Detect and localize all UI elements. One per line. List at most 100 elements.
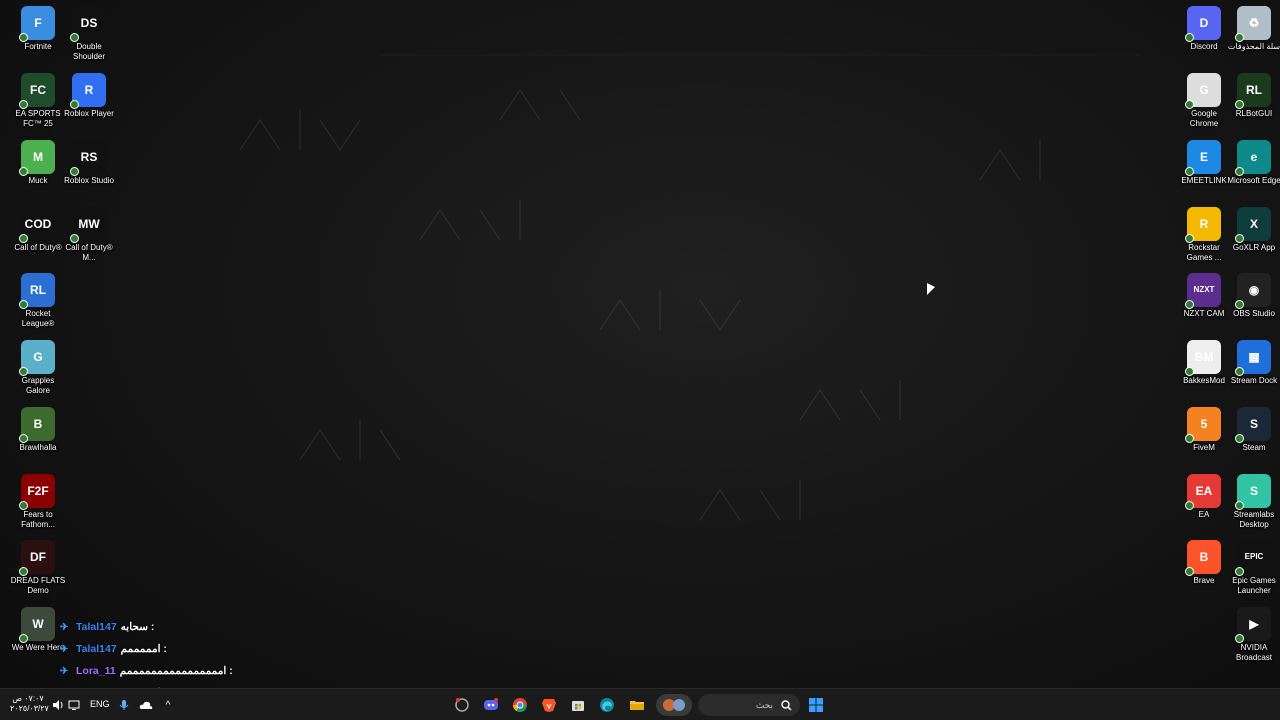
shortcut-label: GoXLR App [1232,243,1276,252]
desktop-shortcut-streamlabs-desktop[interactable]: S Streamlabs Desktop [1226,474,1280,530]
call-of-duty-icon: COD [19,207,55,243]
shortcut-label: We Were Here [11,643,65,652]
desktop-shortcut-dread-flats-demo[interactable]: DF DREAD FLATS Demo [10,540,66,596]
mouse-cursor [927,283,935,295]
item-icon: ♻ [1235,6,1271,42]
desktop-shortcut-ea-sports-fc-25[interactable]: FC EA SPORTS FC™ 25 [10,73,66,129]
sync-check-icon [1235,434,1244,443]
desktop-shortcut-google-chrome[interactable]: G Google Chrome [1176,73,1232,129]
shortcut-label: Call of Duty® M... [65,243,113,262]
desktop-shortcut-call-of-duty[interactable]: COD Call of Duty® [10,207,66,253]
search-highlight-image[interactable] [656,694,692,716]
desktop-shortcut-fears-to-fathom[interactable]: F2F Fears to Fathom... [10,474,66,530]
desktop-shortcut-ea[interactable]: EA EA [1176,474,1232,520]
shortcut-label: OBS Studio [1233,309,1275,318]
desktop-shortcut-brave[interactable]: B Brave [1176,540,1232,586]
rockstar-games-icon: R [1185,207,1221,243]
desktop-shortcut-item[interactable]: ♻ سلة المحذوفات [1226,6,1280,52]
network-icon[interactable] [66,694,82,716]
desktop-shortcut-rockstar-games[interactable]: R Rockstar Games ... [1176,207,1232,263]
shortcut-label: Google Chrome [1189,109,1219,128]
grapples-galore-icon: G [19,340,55,376]
clock-date: ٢٠٢٥/٠٣/٢٧ [10,704,49,713]
stream-dock-icon: ▦ [1235,340,1271,376]
desktop-shortcut-brawlhalla[interactable]: B Brawlhalla [10,407,66,453]
desktop-shortcut-discord[interactable]: D Discord [1176,6,1232,52]
roblox-player-icon: R [70,73,106,109]
sync-check-icon [1235,167,1244,176]
discord-icon[interactable] [480,694,502,716]
nzxt-cam-icon: NZXT [1185,273,1221,309]
we-were-here-icon: W [19,607,55,643]
chat-text: : اممممممممممممممممم [119,665,233,677]
desktop-shortcut-microsoft-edge[interactable]: e Microsoft Edge [1226,140,1280,186]
desktop-shortcut-roblox-studio[interactable]: RS Roblox Studio [61,140,117,186]
muck-icon: M [19,140,55,176]
bakkesmod-icon: BM [1185,340,1221,376]
chrome-icon[interactable] [509,694,531,716]
discord-icon: D [1185,6,1221,42]
desktop-shortcut-muck[interactable]: M Muck [10,140,66,186]
gamebar-icon[interactable] [451,694,473,716]
shortcut-label: Brave [1193,576,1215,585]
shortcut-label: Fortnite [24,42,52,51]
desktop-shortcut-obs-studio[interactable]: ◉ OBS Studio [1226,273,1280,319]
shortcut-label: BakkesMod [1183,376,1225,385]
sync-check-icon [70,167,79,176]
shortcut-label: Epic Games Launcher [1232,576,1276,595]
desktop-shortcut-double-shoulder[interactable]: DS Double Shoulder [61,6,117,62]
start-button[interactable] [805,694,827,716]
desktop-shortcut-nvidia-broadcast[interactable]: ▶ NVIDIA Broadcast [1226,607,1280,663]
desktop-shortcut-epic-games-launcher[interactable]: EPIC Epic Games Launcher [1226,540,1280,596]
sync-check-icon [1185,501,1194,510]
taskbar-search[interactable]: بحث [698,694,800,716]
sync-check-icon [19,234,28,243]
shortcut-label: Rockstar Games ... [1186,243,1222,262]
desktop-shortcut-goxlr-app[interactable]: X GoXLR App [1226,207,1280,253]
taskbar: ٠٧:٠٧ ص ٢٠٢٥/٠٣/٢٧ ENG ^ بحث [0,688,1280,720]
desktop-shortcut-nzxt-cam[interactable]: NZXT NZXT CAM [1176,273,1232,319]
edge-icon[interactable] [596,694,618,716]
goxlr-app-icon: X [1235,207,1271,243]
store-icon[interactable] [567,694,589,716]
language-indicator[interactable]: ENG [90,699,110,709]
desktop-shortcut-bakkesmod[interactable]: BM BakkesMod [1176,340,1232,386]
desktop-shortcut-we-were-here[interactable]: W We Were Here [10,607,66,653]
chat-username: Lora_11 [76,665,116,677]
taskbar-clock[interactable]: ٠٧:٠٧ ص ٢٠٢٥/٠٣/٢٧ [10,694,49,714]
sync-check-icon [19,567,28,576]
desktop-shortcut-fivem[interactable]: 5 FiveM [1176,407,1232,453]
chat-username: Talal147 [76,643,117,655]
desktop-shortcut-rocket-league[interactable]: RL Rocket League® [10,273,66,329]
onedrive-icon[interactable] [137,694,155,716]
ea-icon: EA [1185,474,1221,510]
sync-check-icon [1235,33,1244,42]
desktop-shortcut-stream-dock[interactable]: ▦ Stream Dock [1226,340,1280,386]
shortcut-label: Brawlhalla [19,443,57,452]
shortcut-label: EA SPORTS FC™ 25 [15,109,61,128]
desktop-shortcut-rlbotgui[interactable]: RL RLBotGUI [1226,73,1280,119]
desktop-shortcut-steam[interactable]: S Steam [1226,407,1280,453]
sync-check-icon [70,234,79,243]
chevron-up-icon[interactable]: ^ [160,694,176,716]
microphone-icon[interactable] [116,694,132,716]
search-icon [781,699,792,711]
shortcut-label: Fears to Fathom... [21,510,55,529]
sync-check-icon [19,100,28,109]
shortcut-label: Streamlabs Desktop [1233,510,1275,529]
chat-message: ✈ Lora_11: اممممممممممممممممم [60,660,300,682]
desktop-shortcut-emeetlink[interactable]: E EMEETLINK [1176,140,1232,186]
desktop-shortcut-fortnite[interactable]: F Fortnite [10,6,66,52]
sync-check-icon [1235,234,1244,243]
sync-check-icon [19,167,28,176]
brave-icon[interactable] [538,694,560,716]
sync-check-icon [1235,100,1244,109]
desktop-shortcut-roblox-player[interactable]: R Roblox Player [61,73,117,119]
rocket-league-icon: RL [19,273,55,309]
desktop-shortcut-call-of-duty-m[interactable]: MW Call of Duty® M... [61,207,117,263]
shortcut-label: Stream Dock [1230,376,1278,385]
shortcut-label: Discord [1190,42,1218,51]
file-explorer-icon[interactable] [626,694,648,716]
speaker-icon[interactable] [50,694,66,716]
desktop-shortcut-grapples-galore[interactable]: G Grapples Galore [10,340,66,396]
